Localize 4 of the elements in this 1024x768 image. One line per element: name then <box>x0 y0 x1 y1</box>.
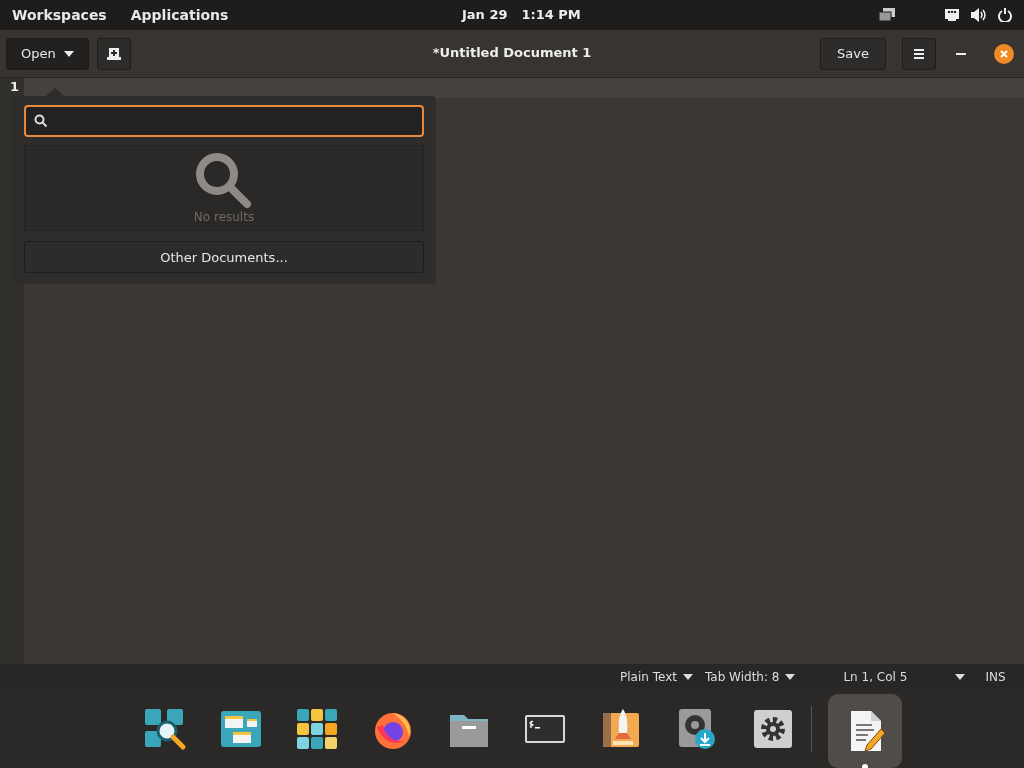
empty-message: No results <box>193 210 255 224</box>
insert-mode: INS <box>985 670 1006 684</box>
window-title: *Untitled Document 1 <box>432 45 592 60</box>
line-number: 1 <box>8 80 20 94</box>
